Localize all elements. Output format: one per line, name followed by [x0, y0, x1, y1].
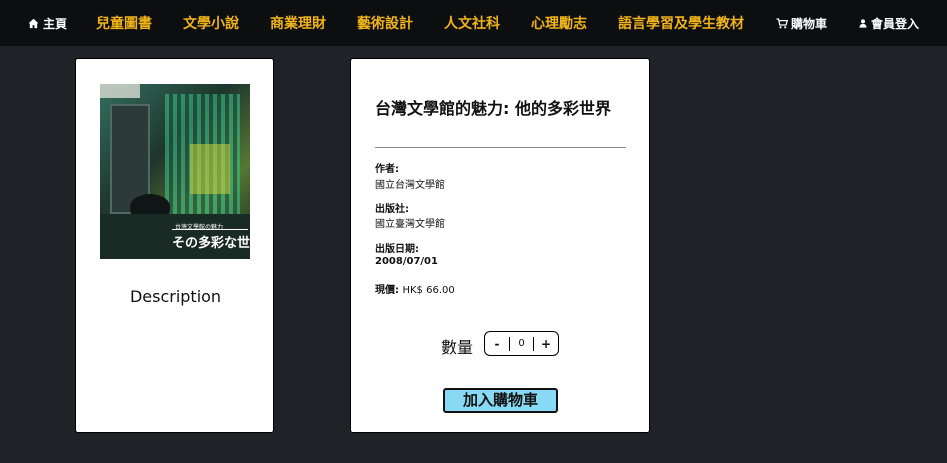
- nav-category-psychology[interactable]: 心理勵志: [531, 13, 587, 33]
- author-value: 國立台灣文學館: [375, 180, 445, 191]
- cart-icon: [776, 18, 788, 29]
- title-divider: [375, 147, 626, 148]
- quantity-label: 數量: [441, 338, 474, 357]
- product-title: 台灣文學館的魅力: 他的多彩世界: [375, 99, 611, 118]
- price-value: HK$ 66.00: [402, 285, 455, 296]
- top-navbar: 主頁 兒童圖書 文學小說 商業理財 藝術設計 人文社科 心理勵志 語言學習及學生…: [0, 0, 947, 46]
- nav-category-children[interactable]: 兒童圖書: [96, 13, 152, 33]
- description-label: Description: [129, 287, 222, 306]
- nav-category-business[interactable]: 商業理財: [270, 13, 326, 33]
- nav-home-link[interactable]: 主頁: [28, 15, 67, 32]
- nav-login-link[interactable]: 會員登入: [858, 15, 919, 32]
- nav-category-art-design[interactable]: 藝術設計: [357, 13, 413, 33]
- publisher-label: 出版社:: [375, 204, 409, 215]
- nav-category-humanities[interactable]: 人文社科: [444, 13, 500, 33]
- add-to-cart-button[interactable]: 加入購物車: [443, 388, 558, 413]
- home-icon: [28, 18, 39, 29]
- quantity-value[interactable]: 0: [509, 336, 534, 351]
- nav-login-label: 會員登入: [871, 17, 920, 31]
- book-cover-image[interactable]: 台灣文學館の魅力 その多彩な世界: [100, 84, 250, 259]
- publisher-value: 國立臺灣文學館: [375, 219, 445, 230]
- nav-home-label: 主頁: [43, 17, 68, 31]
- decrement-button[interactable]: -: [485, 337, 509, 351]
- cover-divider: [172, 229, 248, 230]
- nav-cart-label: 購物車: [791, 17, 828, 31]
- author-label: 作者:: [375, 164, 399, 175]
- price-row: 現價: HK$ 66.00: [375, 281, 455, 296]
- price-label: 現價:: [375, 285, 399, 296]
- cover-title: その多彩な世界: [172, 236, 250, 251]
- quantity-stepper: - 0 +: [484, 331, 559, 356]
- user-icon: [859, 19, 867, 28]
- nav-category-language-learning[interactable]: 語言學習及學生教材: [618, 13, 744, 33]
- product-image-card: 台灣文學館の魅力 その多彩な世界 Description: [75, 58, 274, 433]
- product-detail-card: 台灣文學館的魅力: 他的多彩世界 作者: 國立台灣文學館 出版社: 國立臺灣文學…: [350, 58, 650, 433]
- nav-category-literature[interactable]: 文學小說: [183, 13, 239, 33]
- increment-button[interactable]: +: [534, 337, 558, 351]
- publish-date-label: 出版日期:: [375, 244, 419, 255]
- publish-date-value: 2008/07/01: [375, 256, 438, 267]
- nav-cart-link[interactable]: 購物車: [776, 15, 827, 32]
